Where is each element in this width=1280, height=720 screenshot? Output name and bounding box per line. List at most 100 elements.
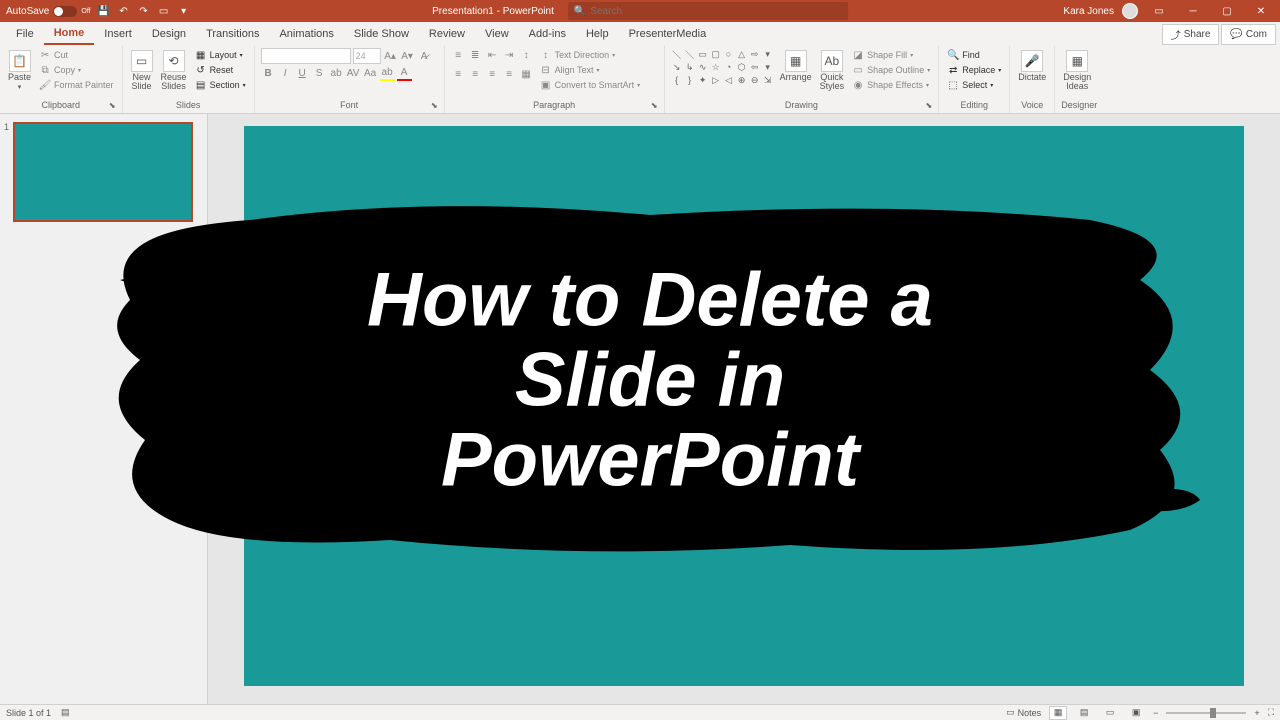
- search-box[interactable]: 🔍: [568, 2, 848, 20]
- shadow-button[interactable]: ab: [329, 66, 344, 81]
- section-button[interactable]: ▤Section▾: [193, 78, 248, 92]
- shape-more-icon[interactable]: ▾: [762, 61, 774, 73]
- align-center-button[interactable]: ≡: [468, 67, 483, 82]
- launcher-icon[interactable]: ⬊: [431, 101, 438, 110]
- tab-home[interactable]: Home: [44, 23, 95, 45]
- shape-callout-icon[interactable]: ◔: [723, 61, 735, 73]
- bullets-button[interactable]: ≡: [451, 48, 466, 63]
- toggle-switch[interactable]: [53, 6, 77, 17]
- slide-counter[interactable]: Slide 1 of 1: [6, 708, 51, 718]
- tab-slideshow[interactable]: Slide Show: [344, 24, 419, 44]
- indent-dec-button[interactable]: ⇤: [485, 48, 500, 63]
- notes-button[interactable]: ▭Notes: [1006, 707, 1041, 718]
- close-icon[interactable]: ✕: [1248, 1, 1274, 21]
- launcher-icon[interactable]: ⬊: [109, 101, 116, 110]
- font-size-select[interactable]: [353, 48, 381, 64]
- cut-button[interactable]: ✂Cut: [37, 48, 116, 62]
- launcher-icon[interactable]: ⬊: [926, 101, 933, 110]
- tab-help[interactable]: Help: [576, 24, 619, 44]
- fit-window-icon[interactable]: ⛶: [1268, 707, 1274, 718]
- reuse-slides-button[interactable]: ⟲ Reuse Slides: [159, 48, 189, 93]
- zoom-out-icon[interactable]: −: [1153, 708, 1158, 718]
- maximize-icon[interactable]: ▢: [1214, 1, 1240, 21]
- clear-format-icon[interactable]: A̷: [417, 49, 432, 64]
- tab-design[interactable]: Design: [142, 24, 196, 44]
- autosave-toggle[interactable]: AutoSave Off: [6, 6, 91, 17]
- quick-styles-button[interactable]: Ab Quick Styles: [818, 48, 847, 93]
- select-button[interactable]: ⬚Select▾: [945, 78, 1003, 92]
- indent-inc-button[interactable]: ⇥: [502, 48, 517, 63]
- tab-file[interactable]: File: [6, 24, 44, 44]
- undo-icon[interactable]: ↶: [117, 4, 131, 18]
- slideshow-icon[interactable]: ▭: [157, 4, 171, 18]
- find-button[interactable]: 🔍Find: [945, 48, 1003, 62]
- justify-button[interactable]: ≡: [502, 67, 517, 82]
- dictate-button[interactable]: 🎤 Dictate: [1016, 48, 1048, 84]
- shape-fill-button[interactable]: ◪Shape Fill▾: [850, 48, 932, 62]
- zoom-slider[interactable]: [1166, 712, 1246, 714]
- format-painter-button[interactable]: 🖌Format Painter: [37, 78, 116, 92]
- user-name[interactable]: Kara Jones: [1063, 6, 1114, 17]
- increase-font-icon[interactable]: A▴: [383, 49, 398, 64]
- shape-oval-icon[interactable]: ○: [723, 48, 735, 60]
- ribbon-options-icon[interactable]: ▭: [1146, 1, 1172, 21]
- slideshow-view-icon[interactable]: ▣: [1127, 706, 1145, 720]
- highlight-button[interactable]: ab: [380, 66, 395, 81]
- shape-more-icon[interactable]: ▾: [762, 48, 774, 60]
- tab-addins[interactable]: Add-ins: [519, 24, 576, 44]
- slide-editor-area[interactable]: [208, 114, 1280, 704]
- shape-outline-button[interactable]: ▭Shape Outline▾: [850, 63, 932, 77]
- shape-arrow-icon[interactable]: ⇦: [749, 61, 761, 73]
- paste-button[interactable]: 📋 Paste ▾: [6, 48, 33, 93]
- shape-expand-icon[interactable]: ⇲: [762, 74, 774, 86]
- tab-insert[interactable]: Insert: [94, 24, 142, 44]
- tab-review[interactable]: Review: [419, 24, 475, 44]
- font-color-button[interactable]: A: [397, 66, 412, 81]
- shape-curve-icon[interactable]: ∿: [697, 61, 709, 73]
- shape-effects-button[interactable]: ◉Shape Effects▾: [850, 78, 932, 92]
- tab-animations[interactable]: Animations: [269, 24, 343, 44]
- shape-action-icon[interactable]: ⊖: [749, 74, 761, 86]
- align-right-button[interactable]: ≡: [485, 67, 500, 82]
- arrange-button[interactable]: ▦ Arrange: [778, 48, 814, 84]
- strike-button[interactable]: S: [312, 66, 327, 81]
- shape-line-icon[interactable]: ＼: [671, 48, 683, 60]
- convert-smartart-button[interactable]: ▣Convert to SmartArt▾: [538, 78, 643, 92]
- shape-rect-icon[interactable]: ▭: [697, 48, 709, 60]
- tab-view[interactable]: View: [475, 24, 519, 44]
- launcher-icon[interactable]: ⬊: [651, 101, 658, 110]
- shape-line-icon[interactable]: ＼: [684, 48, 696, 60]
- shape-star-icon[interactable]: ✦: [697, 74, 709, 86]
- bold-button[interactable]: B: [261, 66, 276, 81]
- tab-presentermedia[interactable]: PresenterMedia: [619, 24, 717, 44]
- slide-thumbnail-panel[interactable]: 1: [0, 114, 208, 704]
- layout-button[interactable]: ▦Layout▾: [193, 48, 248, 62]
- reading-view-icon[interactable]: ▭: [1101, 706, 1119, 720]
- slide-canvas[interactable]: [244, 126, 1244, 686]
- slide-thumbnail[interactable]: [13, 122, 193, 222]
- underline-button[interactable]: U: [295, 66, 310, 81]
- shape-action-icon[interactable]: ▷: [710, 74, 722, 86]
- decrease-font-icon[interactable]: A▾: [400, 49, 415, 64]
- shape-connector-icon[interactable]: ↳: [684, 61, 696, 73]
- font-family-select[interactable]: [261, 48, 351, 64]
- shape-arrow-icon[interactable]: ⇨: [749, 48, 761, 60]
- save-icon[interactable]: 💾: [97, 4, 111, 18]
- shapes-gallery[interactable]: ＼ ＼ ▭ ▢ ○ △ ⇨ ▾ ↘ ↳ ∿ ☆ ◔ ⬡ ⇦ ▾ { } ✦ ▷: [671, 48, 774, 86]
- copy-button[interactable]: ⧉Copy▾: [37, 63, 116, 77]
- design-ideas-button[interactable]: ▦ Design Ideas: [1061, 48, 1093, 93]
- new-slide-button[interactable]: ▭ New Slide: [129, 48, 155, 93]
- qat-more-icon[interactable]: ▾: [177, 4, 191, 18]
- replace-button[interactable]: ⇄Replace▾: [945, 63, 1003, 77]
- sorter-view-icon[interactable]: ▤: [1075, 706, 1093, 720]
- minimize-icon[interactable]: ─: [1180, 1, 1206, 21]
- shape-star-icon[interactable]: ☆: [710, 61, 722, 73]
- numbering-button[interactable]: ≣: [468, 48, 483, 63]
- case-button[interactable]: Aa: [363, 66, 378, 81]
- zoom-in-icon[interactable]: +: [1254, 708, 1259, 718]
- spell-check-icon[interactable]: ▤: [61, 707, 70, 718]
- text-direction-button[interactable]: ↕Text Direction▾: [538, 48, 643, 62]
- shape-connector-icon[interactable]: ↘: [671, 61, 683, 73]
- share-button[interactable]: ⤴Share: [1162, 24, 1220, 45]
- user-avatar[interactable]: [1122, 3, 1138, 19]
